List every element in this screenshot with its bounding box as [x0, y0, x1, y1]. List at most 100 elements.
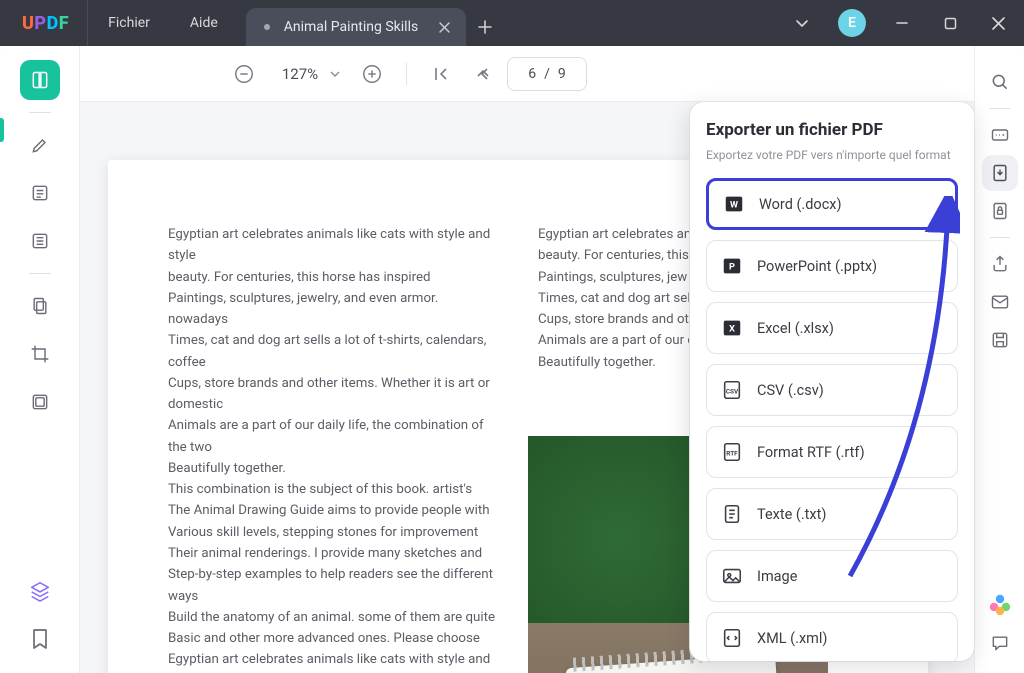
ai-button[interactable]	[982, 587, 1018, 623]
zoom-in-button[interactable]	[354, 56, 390, 92]
page-current: 6	[528, 66, 536, 82]
rail-reader-button[interactable]	[20, 60, 60, 100]
export-option-label: Word (.docx)	[759, 196, 941, 213]
export-option-word[interactable]: W Word (.docx)	[706, 178, 958, 230]
rail-outline-button[interactable]	[20, 221, 60, 261]
page-text-line: beauty. For centuries, this horse has in…	[168, 267, 498, 288]
rail-layers-button[interactable]	[20, 571, 60, 611]
page-sep: /	[544, 66, 550, 82]
rail-highlight-button[interactable]	[20, 125, 60, 165]
export-option-label: Format RTF (.rtf)	[757, 444, 943, 461]
close-icon[interactable]	[436, 18, 454, 36]
svg-text:RTF: RTF	[726, 450, 738, 458]
tab-dot-icon	[264, 24, 270, 30]
export-option-csv[interactable]: CSV CSV (.csv)	[706, 364, 958, 416]
page-text-line: Cups, store brands and other items. Whet…	[168, 373, 498, 416]
window-close-button[interactable]	[976, 0, 1020, 46]
comment-button[interactable]	[982, 625, 1018, 661]
page-text-line: Beautifully together.	[168, 458, 498, 479]
page-text-line: Animals are a part of our daily life, th…	[168, 415, 498, 458]
export-subtitle: Exportez votre PDF vers n'importe quel f…	[706, 148, 958, 162]
xls-icon: X	[721, 317, 743, 339]
page-column-left: Egyptian art celebrates animals like cat…	[168, 224, 498, 673]
tab-active[interactable]: Animal Painting Skills	[246, 8, 466, 46]
page-text-line: Times, cat and dog art sells a lot of t-…	[168, 330, 498, 373]
txt-icon	[721, 503, 743, 525]
xml-icon	[721, 627, 743, 649]
rail-redact-button[interactable]	[20, 382, 60, 422]
rtf-icon: RTF	[721, 441, 743, 463]
export-button[interactable]	[982, 155, 1018, 191]
export-option-label: PowerPoint (.pptx)	[757, 258, 943, 275]
new-tab-button[interactable]	[466, 8, 504, 46]
zoom-out-button[interactable]	[226, 56, 262, 92]
page-text-line: Basic and other more advanced ones. Plea…	[168, 628, 498, 649]
zoom-display[interactable]: 127%	[276, 65, 340, 83]
mail-button[interactable]	[982, 284, 1018, 320]
page-indicator[interactable]: 6 / 9	[507, 57, 587, 91]
export-option-img[interactable]: Image	[706, 550, 958, 602]
export-option-label: XML (.xml)	[757, 630, 943, 647]
search-button[interactable]	[982, 64, 1018, 100]
menu-file[interactable]: Fichier	[88, 0, 170, 46]
rail-bookmark-button[interactable]	[20, 619, 60, 659]
window-maximize-button[interactable]	[928, 0, 972, 46]
ocr-button[interactable]	[982, 117, 1018, 153]
export-panel: Exporter un fichier PDF Exportez votre P…	[690, 102, 974, 661]
left-rail	[0, 46, 80, 673]
export-option-ppt[interactable]: P PowerPoint (.pptx)	[706, 240, 958, 292]
toolbar-divider	[406, 63, 407, 85]
page-text-line: The Animal Drawing Guide aims to provide…	[168, 500, 498, 521]
rail-crop-button[interactable]	[20, 334, 60, 374]
export-option-label: Image	[757, 568, 943, 585]
rail-indicator	[0, 118, 4, 142]
word-icon: W	[723, 193, 745, 215]
right-rail	[974, 46, 1024, 673]
window-minimize-button[interactable]	[880, 0, 924, 46]
export-option-label: Texte (.txt)	[757, 506, 943, 523]
export-option-xml[interactable]: XML (.xml)	[706, 612, 958, 661]
save-button[interactable]	[982, 322, 1018, 358]
page-text-line: Their animal renderings. I provide many …	[168, 543, 498, 564]
avatar[interactable]: E	[838, 9, 866, 37]
export-option-rtf[interactable]: RTF Format RTF (.rtf)	[706, 426, 958, 478]
rail-separator	[29, 273, 51, 274]
titlebar-right: E	[780, 0, 1024, 46]
page-text-line: Build the anatomy of an animal. some of …	[168, 607, 498, 628]
tab-bar: Animal Painting Skills	[246, 0, 780, 46]
export-title: Exporter un fichier PDF	[706, 120, 958, 140]
rail-edit-button[interactable]	[20, 173, 60, 213]
app-logo: UPDF	[0, 0, 88, 46]
csv-icon: CSV	[721, 379, 743, 401]
export-option-txt[interactable]: Texte (.txt)	[706, 488, 958, 540]
rail-separator	[29, 112, 51, 113]
svg-text:CSV: CSV	[726, 388, 739, 396]
first-page-button[interactable]	[423, 56, 459, 92]
svg-text:P: P	[729, 263, 735, 273]
rail-organize-button[interactable]	[20, 286, 60, 326]
page-text-line: Paintings, sculptures, jewelry, and even…	[168, 288, 498, 331]
share-button[interactable]	[982, 246, 1018, 282]
zoom-value: 127%	[276, 65, 324, 83]
page-text-line: Egyptian art celebrates animals like cat…	[168, 224, 498, 267]
export-option-label: Excel (.xlsx)	[757, 320, 943, 337]
ppt-icon: P	[721, 255, 743, 277]
export-option-xls[interactable]: X Excel (.xlsx)	[706, 302, 958, 354]
img-icon	[721, 565, 743, 587]
menu-help[interactable]: Aide	[170, 0, 238, 46]
page-text-line: This combination is the subject of this …	[168, 479, 498, 500]
page-text-line: Egyptian art celebrates animals like cat…	[168, 649, 498, 673]
chevron-down-icon[interactable]	[780, 0, 824, 46]
top-toolbar: 127% 6 / 9	[80, 46, 974, 102]
protect-button[interactable]	[982, 193, 1018, 229]
chevron-down-icon	[330, 69, 340, 79]
page-text-line: Step-by-step examples to help readers se…	[168, 564, 498, 607]
svg-text:X: X	[729, 325, 735, 335]
app-frame: 127% 6 / 9	[0, 46, 1024, 673]
titlebar: UPDF Fichier Aide Animal Painting Skills…	[0, 0, 1024, 46]
export-option-label: CSV (.csv)	[757, 382, 943, 399]
prev-page-button[interactable]	[465, 56, 501, 92]
rail-separator	[990, 237, 1010, 238]
svg-text:W: W	[730, 201, 738, 211]
tab-title: Animal Painting Skills	[284, 19, 422, 35]
